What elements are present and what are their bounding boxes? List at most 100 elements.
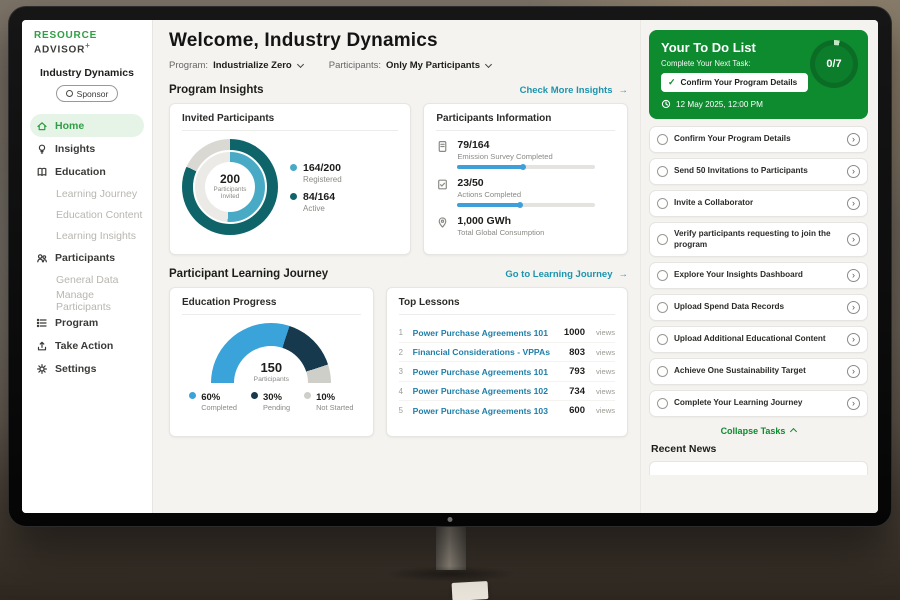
stand-shadow [386,566,516,582]
sidebar-item-program[interactable]: Program [22,311,152,334]
program-dropdown[interactable]: Program: Industrialize Zero [169,60,303,71]
checkbox-circle-icon[interactable] [657,366,668,377]
checkbox-circle-icon[interactable] [657,398,668,409]
go-to-learning-journey-link[interactable]: Go to Learning Journey [505,269,628,280]
program-insights-title: Program Insights [169,84,264,96]
brand-primary: RESOURCE [34,30,97,41]
monitor-stand [436,524,466,570]
lesson-row: 5 Power Purchase Agreements 103 600views [399,401,615,420]
participants-value: Only My Participants [386,60,480,71]
next-task-pill[interactable]: ✓ Confirm Your Program Details [661,73,808,92]
check-icon: ✓ [668,77,676,88]
collapse-tasks-link[interactable]: Collapse Tasks [649,426,868,436]
task-row[interactable]: Explore Your Insights Dashboard [649,262,868,289]
task-row[interactable]: Verify participants requesting to join t… [649,222,868,257]
checkbox-circle-icon[interactable] [657,234,668,245]
gauge-center-value: 150 [211,361,331,375]
sidebar-item-learning-journey[interactable]: Learning Journey [22,183,152,204]
sidebar-item-home[interactable]: Home [30,114,144,137]
participants-label: Participants: [329,60,381,71]
nav-label: Education Content [56,209,142,221]
sidebar-item-take-action[interactable]: Take Action [22,334,152,357]
legend-registered: 164/200 Registered [290,162,342,184]
sponsor-icon [66,90,73,97]
nav-label: Learning Insights [56,230,136,242]
chevron-down-icon [297,61,304,68]
invited-legend: 164/200 Registered 84/164 Active [290,155,342,220]
monitor-power-led [448,517,453,522]
todo-panel: Your To Do List 0/7 Complete Your Next T… [640,20,878,513]
todo-subtitle: Complete Your Next Task: [661,59,856,68]
sidebar-item-education-content[interactable]: Education Content [22,204,152,225]
nav-label: Insights [55,143,95,155]
brand-plus: + [85,41,90,50]
sidebar-item-participants[interactable]: Participants [22,246,152,269]
chevron-right-icon[interactable] [847,165,860,178]
task-row[interactable]: Upload Spend Data Records [649,294,868,321]
legend-dot [251,392,258,399]
progress-bar [457,203,595,207]
checkbox-circle-icon[interactable] [657,134,668,145]
chevron-right-icon[interactable] [847,197,860,210]
chevron-right-icon[interactable] [847,269,860,282]
checkbox-circle-icon[interactable] [657,198,668,209]
legend-dot [189,392,196,399]
chevron-up-icon [790,428,797,435]
task-row[interactable]: Send 50 Invitations to Participants [649,158,868,185]
lesson-row: 3 Power Purchase Agreements 101 793views [399,362,615,382]
sidebar-item-learning-insights[interactable]: Learning Insights [22,225,152,246]
sidebar-item-general-data[interactable]: General Data [22,269,152,290]
sidebar-item-manage-participants[interactable]: Manage Participants [22,290,152,311]
chevron-right-icon[interactable] [847,301,860,314]
lesson-link[interactable]: Power Purchase Agreements 101 [413,367,562,377]
legend-dot [290,193,297,200]
sidebar-item-education[interactable]: Education [22,160,152,183]
lesson-link[interactable]: Power Purchase Agreements 103 [413,406,562,416]
check-more-insights-link[interactable]: Check More Insights [520,85,628,96]
brand-secondary: ADVISOR [34,44,85,55]
lesson-row: 2 Financial Considerations - VPPAs 803vi… [399,343,615,363]
task-row[interactable]: Complete Your Learning Journey [649,390,868,417]
lesson-link[interactable]: Power Purchase Agreements 102 [413,386,562,396]
nav-label: Education [55,166,106,178]
lesson-link[interactable]: Power Purchase Agreements 101 [413,328,556,338]
checkbox-circle-icon[interactable] [657,166,668,177]
sidebar: RESOURCE ADVISOR+ Industry Dynamics Spon… [22,20,153,513]
learning-journey-title: Participant Learning Journey [169,268,328,280]
chevron-right-icon[interactable] [847,133,860,146]
sidebar-item-settings[interactable]: Settings [22,357,152,380]
chevron-right-icon[interactable] [847,365,860,378]
nav-label: Participants [55,252,115,264]
legend-active: 84/164 Active [290,191,342,213]
chevron-down-icon [485,61,492,68]
card-title: Invited Participants [182,113,398,131]
legend-dot [304,392,311,399]
chevron-right-icon[interactable] [847,397,860,410]
nav-label: Home [55,120,84,132]
sidebar-item-insights[interactable]: Insights [22,137,152,160]
chevron-right-icon[interactable] [847,233,860,246]
lesson-row: 1 Power Purchase Agreements 101 1000view… [399,323,615,343]
legend-completed: 60% Completed [189,392,237,412]
task-row[interactable]: Confirm Your Program Details [649,126,868,153]
lightbulb-icon [36,143,48,155]
page-title: Welcome, Industry Dynamics [169,30,628,52]
checkbox-circle-icon[interactable] [657,302,668,313]
lesson-link[interactable]: Financial Considerations - VPPAs [413,347,562,357]
task-row[interactable]: Upload Additional Educational Content [649,326,868,353]
checkbox-circle-icon[interactable] [657,334,668,345]
todo-header-card: Your To Do List 0/7 Complete Your Next T… [649,30,868,119]
brand-logo: RESOURCE ADVISOR+ [22,30,152,55]
task-row[interactable]: Invite a Collaborator [649,190,868,217]
task-row[interactable]: Achieve One Sustainability Target [649,358,868,385]
chevron-right-icon[interactable] [847,333,860,346]
education-gauge-chart: 150 Participants [211,323,331,383]
pin-icon [436,216,449,229]
nav-label: Manage Participants [56,289,144,313]
checkbox-circle-icon[interactable] [657,270,668,281]
nav-label: Program [55,317,98,329]
book-icon [36,166,48,178]
participants-dropdown[interactable]: Participants: Only My Participants [329,60,491,71]
program-value: Industrialize Zero [213,60,292,71]
checklist-icon [436,178,449,191]
